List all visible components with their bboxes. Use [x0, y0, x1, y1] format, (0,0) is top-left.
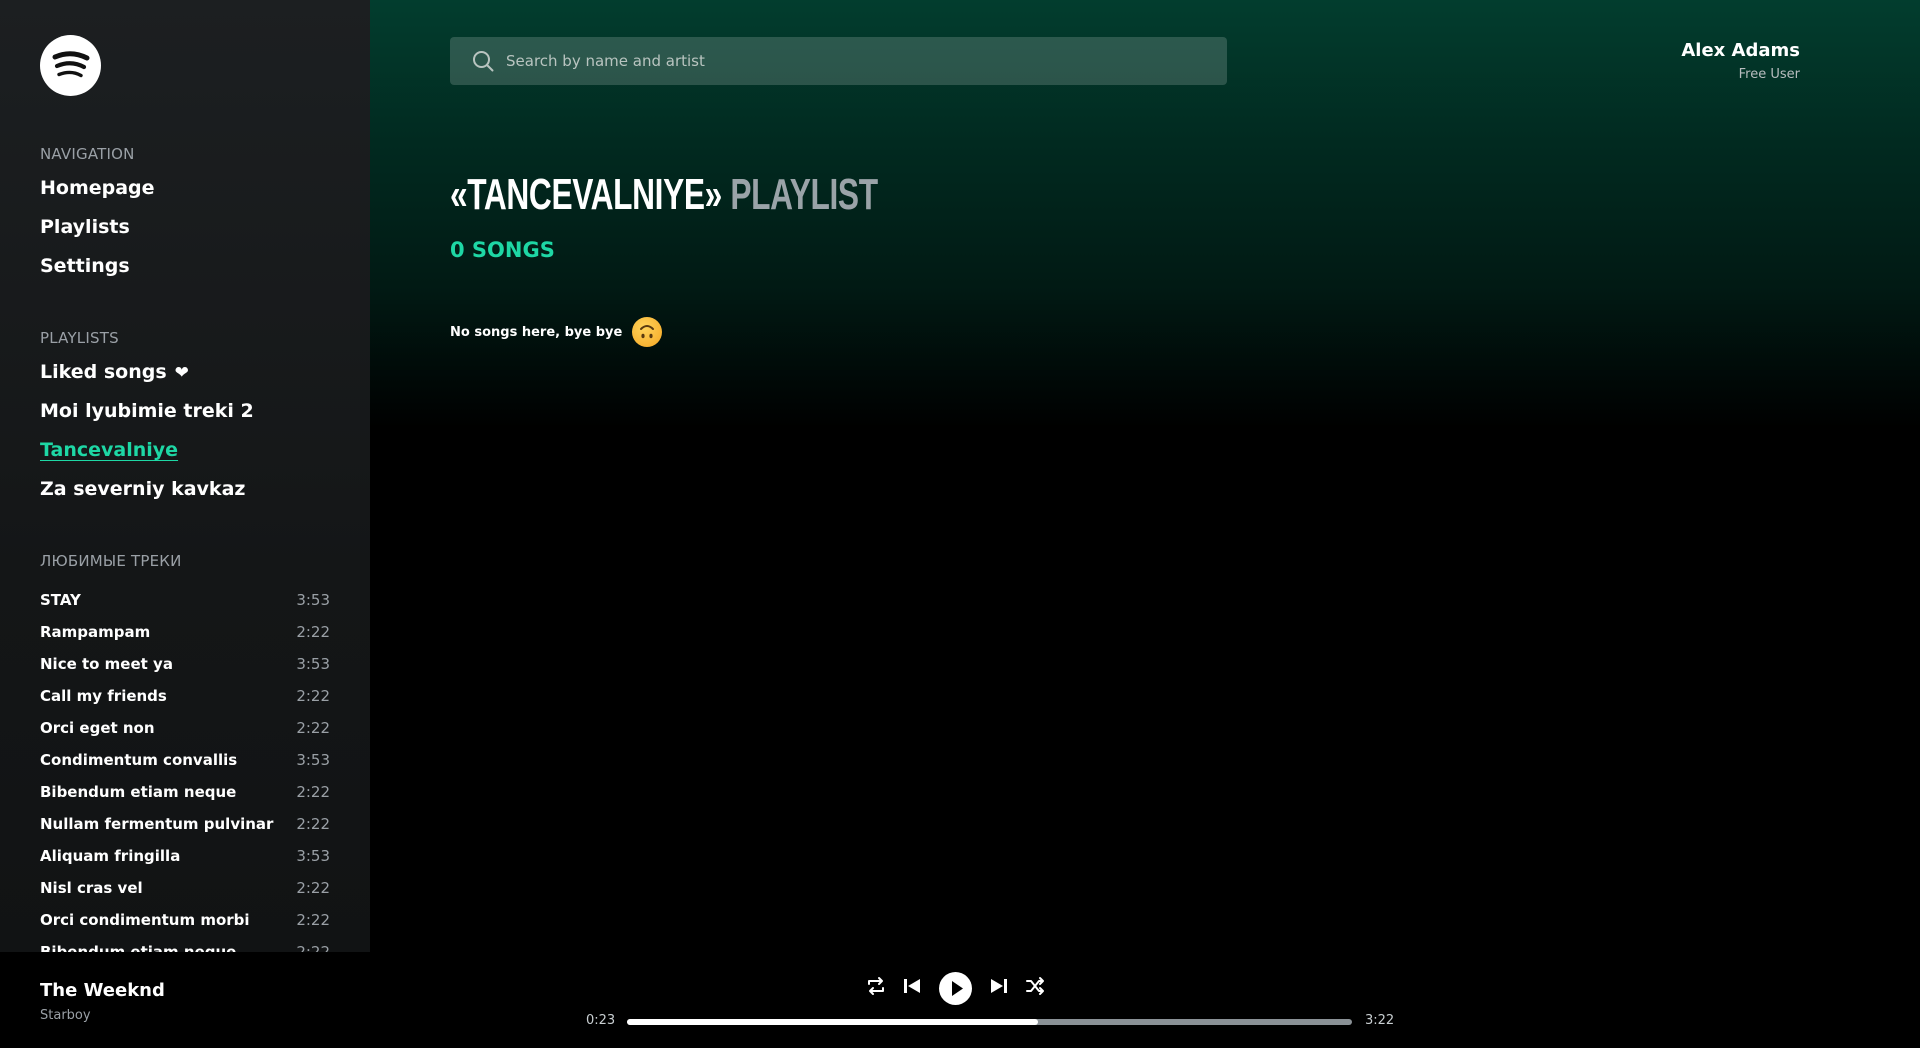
track-duration: 2:22: [296, 911, 330, 929]
play-button[interactable]: [939, 972, 972, 1005]
track-name: Orci condimentum morbi: [40, 911, 250, 929]
repeat-icon[interactable]: [866, 974, 886, 998]
playlist-item-label: Liked songs: [40, 361, 167, 383]
playlist-item-liked-songs[interactable]: Liked songs ❤: [40, 361, 189, 383]
shuffle-icon[interactable]: [1025, 974, 1045, 998]
track-duration: 2:22: [296, 815, 330, 833]
nav-item-settings[interactable]: Settings: [40, 255, 130, 277]
track-name: Aliquam fringilla: [40, 847, 181, 865]
play-icon: [952, 981, 963, 996]
track-row[interactable]: Orci eget non 2:22: [40, 712, 330, 744]
track-duration: 3:53: [296, 655, 330, 673]
navigation-label: NAVIGATION: [40, 145, 135, 163]
track-name: Condimentum convallis: [40, 751, 238, 769]
empty-message: No songs here, bye bye: [450, 324, 623, 340]
user-name: Alex Adams: [1681, 40, 1800, 61]
nav-item-playlists[interactable]: Playlists: [40, 216, 130, 238]
track-duration: 3:53: [296, 591, 330, 609]
track-row[interactable]: STAY 3:53: [40, 584, 330, 616]
spotify-logo-icon[interactable]: [40, 35, 101, 96]
track-row[interactable]: Bibendum etiam neque 2:22: [40, 936, 330, 952]
track-row[interactable]: Rampampam 2:22: [40, 616, 330, 648]
user-profile[interactable]: Alex Adams Free User: [1681, 40, 1800, 82]
track-name: Call my friends: [40, 687, 167, 705]
search-input[interactable]: [506, 37, 1206, 85]
playlist-item-moi-lyubimie-treki-2[interactable]: Moi lyubimie treki 2: [40, 400, 254, 422]
progress-fill: [627, 1019, 1039, 1025]
track-name: STAY: [40, 591, 81, 609]
track-name: Bibendum etiam neque: [40, 943, 237, 952]
progress-bar[interactable]: [627, 1019, 1352, 1025]
track-row[interactable]: Condimentum convallis 3:53: [40, 744, 330, 776]
track-name: Nullam fermentum pulvinar: [40, 815, 274, 833]
nav-item-homepage[interactable]: Homepage: [40, 177, 155, 199]
sidebar: NAVIGATION Homepage Playlists Settings P…: [0, 0, 370, 952]
track-row[interactable]: Call my friends 2:22: [40, 680, 330, 712]
track-name: Rampampam: [40, 623, 151, 641]
track-duration: 2:22: [296, 783, 330, 801]
elapsed-time: 0:23: [586, 1013, 616, 1028]
track-row[interactable]: Nisl cras vel 2:22: [40, 872, 330, 904]
track-duration: 2:22: [296, 687, 330, 705]
empty-state: No songs here, bye bye: [450, 317, 663, 347]
track-duration: 3:53: [296, 751, 330, 769]
track-row[interactable]: Aliquam fringilla 3:53: [40, 840, 330, 872]
player-bar: The Weeknd Starboy: [0, 952, 1920, 1048]
user-plan: Free User: [1738, 67, 1800, 82]
track-name: Orci eget non: [40, 719, 155, 737]
heart-icon: ❤: [174, 363, 189, 383]
playlist-item-tancevalniye[interactable]: Tancevalniye: [40, 439, 178, 461]
favorite-tracks-list: STAY 3:53 Rampampam 2:22 Nice to meet ya 3:…: [40, 584, 330, 952]
track-duration: 2:22: [296, 719, 330, 737]
track-duration: 2:22: [296, 879, 330, 897]
track-name: Nisl cras vel: [40, 879, 143, 897]
search-icon: [473, 51, 494, 72]
track-name: Nice to meet ya: [40, 655, 173, 673]
playlist-name: «TANCEVALNIYE»: [450, 170, 722, 219]
track-duration: 3:53: [296, 847, 330, 865]
track-row[interactable]: Orci condimentum morbi 2:22: [40, 904, 330, 936]
next-icon[interactable]: [989, 974, 1009, 998]
track-row[interactable]: Nice to meet ya 3:53: [40, 648, 330, 680]
track-row[interactable]: Bibendum etiam neque 2:22: [40, 776, 330, 808]
playlists-label: PLAYLISTS: [40, 329, 119, 347]
upside-down-face-emoji-icon: [632, 317, 663, 347]
search-bar[interactable]: [450, 37, 1227, 85]
track-row[interactable]: Nullam fermentum pulvinar 2:22: [40, 808, 330, 840]
now-playing-title[interactable]: The Weeknd: [40, 980, 165, 1001]
favorite-tracks-label: ЛЮБИМЫЕ ТРЕКИ: [40, 552, 182, 570]
track-name: Bibendum etiam neque: [40, 783, 237, 801]
song-count: 0 SONGS: [450, 238, 555, 262]
page-title: «TANCEVALNIYE» PLAYLIST: [450, 170, 878, 220]
main-content: Alex Adams Free User «TANCEVALNIYE» PLAY…: [370, 0, 1920, 952]
now-playing-artist[interactable]: Starboy: [40, 1008, 91, 1023]
total-time: 3:22: [1365, 1013, 1395, 1028]
track-duration: 2:22: [296, 623, 330, 641]
playlist-word: PLAYLIST: [730, 170, 878, 219]
previous-icon[interactable]: [902, 974, 922, 998]
playlist-item-za-severniy-kavkaz[interactable]: Za severniy kavkaz: [40, 478, 245, 500]
track-duration: 2:22: [296, 943, 330, 952]
